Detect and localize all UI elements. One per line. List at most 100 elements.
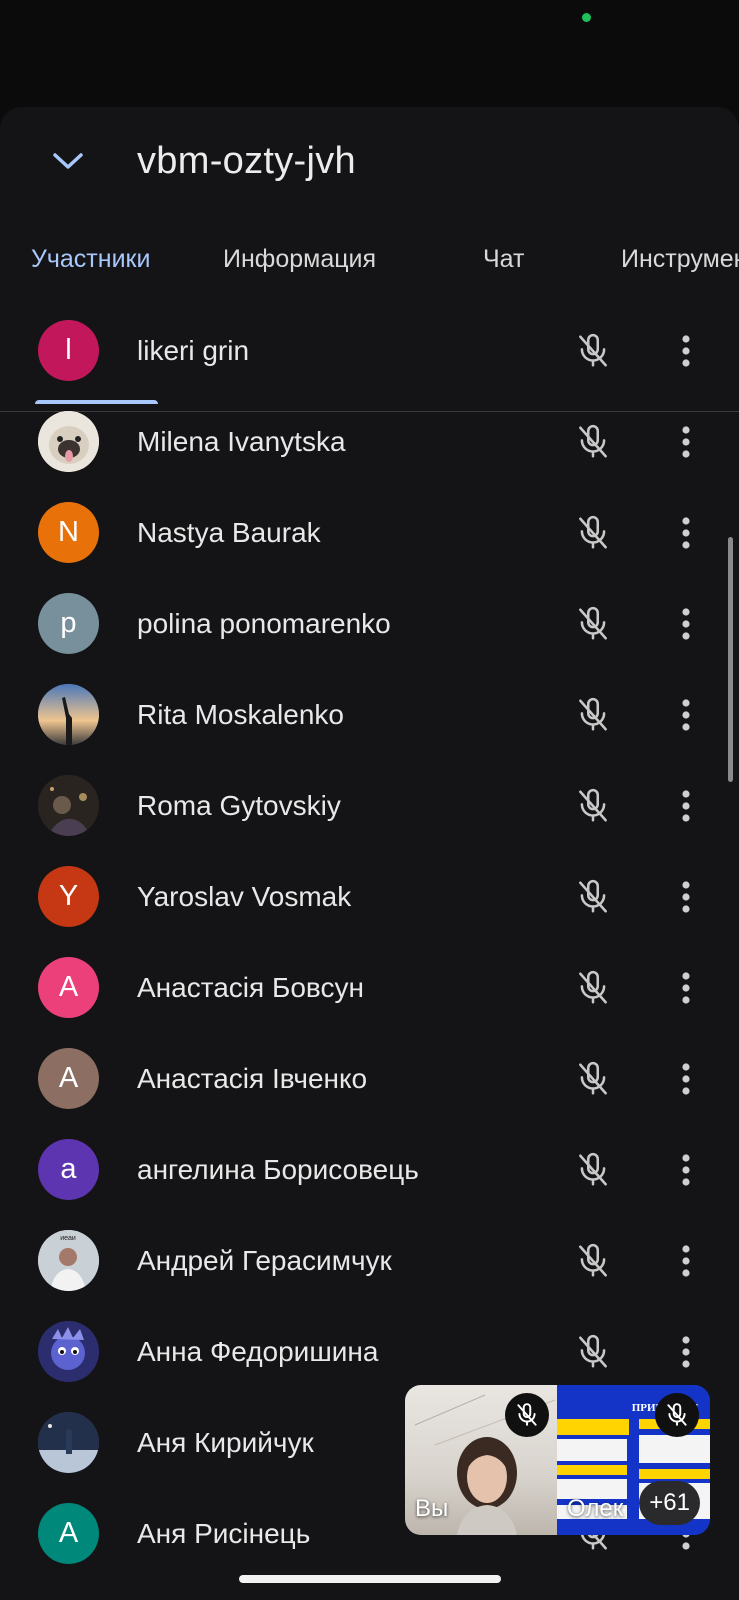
more-vert-icon xyxy=(682,608,690,640)
participant-row[interactable]: Y Yaroslav Vosmak xyxy=(0,851,739,942)
avatar: A xyxy=(38,957,99,1018)
avatar-letter: l xyxy=(65,334,72,366)
presenter-mic-off-indicator xyxy=(655,1393,699,1437)
more-vert-icon xyxy=(682,790,690,822)
avatar xyxy=(38,1321,99,1382)
participant-options-button[interactable] xyxy=(664,1328,708,1376)
collapse-button[interactable] xyxy=(44,137,92,185)
participant-name: Аня Рисінець xyxy=(137,1518,311,1549)
participant-options-button[interactable] xyxy=(664,1146,708,1194)
avatar xyxy=(38,1412,99,1473)
tab-tools[interactable]: Инструменты xyxy=(621,215,739,301)
mic-off-icon xyxy=(579,515,607,549)
mic-off-icon xyxy=(579,1152,607,1186)
mute-status-button[interactable] xyxy=(574,787,612,825)
participant-row[interactable]: A Анастасія Бовсун xyxy=(0,942,739,1033)
self-mic-off-button[interactable] xyxy=(505,1393,549,1437)
avatar-letter: p xyxy=(60,607,77,639)
avatar-letter: Y xyxy=(58,880,79,912)
avatar-letter: A xyxy=(58,1062,79,1094)
participant-options-button[interactable] xyxy=(664,691,708,739)
participant-options-button[interactable] xyxy=(664,1055,708,1103)
participant-row[interactable]: Rita Moskalenko xyxy=(0,669,739,760)
participant-options-button[interactable] xyxy=(664,1237,708,1285)
picture-in-picture[interactable]: Вы ПРИНЦИПИ Олек +61 xyxy=(405,1385,710,1535)
mic-off-icon xyxy=(579,879,607,913)
participant-row[interactable]: иеаи Андрей Герасимчук xyxy=(0,1215,739,1306)
mute-status-button[interactable] xyxy=(574,878,612,916)
participant-row[interactable]: a ангелина Борисовець xyxy=(0,1124,739,1215)
mic-off-icon xyxy=(579,1061,607,1095)
mute-status-button[interactable] xyxy=(574,696,612,734)
avatar xyxy=(38,775,99,836)
avatar: A xyxy=(38,1503,99,1564)
avatar: A xyxy=(38,1048,99,1109)
mic-off-icon xyxy=(579,970,607,1004)
participant-options-button[interactable] xyxy=(664,509,708,557)
participant-row[interactable]: p polina ponomarenko xyxy=(0,578,739,669)
more-vert-icon xyxy=(682,699,690,731)
participant-row[interactable]: Milena Ivanytska xyxy=(0,396,739,487)
camera-indicator-dot xyxy=(582,13,591,22)
participant-name: Анастасія Бовсун xyxy=(137,972,364,1003)
participant-name: polina ponomarenko xyxy=(137,608,391,639)
avatar xyxy=(38,411,99,472)
tab-info[interactable]: Информация xyxy=(223,215,376,301)
tab-participants[interactable]: Участники xyxy=(31,215,150,301)
mic-off-icon xyxy=(579,1243,607,1277)
participant-name: Анастасія Івченко xyxy=(137,1063,368,1094)
more-participants-count[interactable]: +61 xyxy=(639,1481,700,1525)
mute-status-button[interactable] xyxy=(574,1151,612,1189)
avatar: p xyxy=(38,593,99,654)
mute-status-button[interactable] xyxy=(574,969,612,1007)
more-vert-icon xyxy=(682,517,690,549)
chevron-down-icon xyxy=(53,153,83,169)
more-vert-icon xyxy=(682,1154,690,1186)
mic-off-icon xyxy=(517,1403,537,1426)
avatar: Y xyxy=(38,866,99,927)
self-label: Вы xyxy=(415,1495,449,1522)
participant-name: Андрей Герасимчук xyxy=(137,1245,392,1276)
presenter-video-tile[interactable]: ПРИНЦИПИ Олек +61 xyxy=(557,1385,710,1535)
sheet-header: vbm-ozty-jvh xyxy=(0,107,739,215)
mute-status-button[interactable] xyxy=(574,1242,612,1280)
mute-status-button[interactable] xyxy=(574,332,612,370)
participants-sheet: vbm-ozty-jvh Участники Информация Чат Ин… xyxy=(0,107,739,1600)
avatar-letter: N xyxy=(58,516,79,548)
participant-row[interactable]: Roma Gytovskiy xyxy=(0,760,739,851)
participant-row[interactable]: l likeri grin xyxy=(0,305,739,396)
participant-name: Yaroslav Vosmak xyxy=(137,881,352,912)
participant-row[interactable]: A Анастасія Івченко xyxy=(0,1033,739,1124)
participant-options-button[interactable] xyxy=(664,327,708,375)
avatar xyxy=(38,684,99,745)
participant-options-button[interactable] xyxy=(664,782,708,830)
more-vert-icon xyxy=(682,1063,690,1095)
mute-status-button[interactable] xyxy=(574,514,612,552)
meeting-code: vbm-ozty-jvh xyxy=(137,140,356,182)
mute-status-button[interactable] xyxy=(574,605,612,643)
more-vert-icon xyxy=(682,426,690,458)
mute-status-button[interactable] xyxy=(574,1060,612,1098)
presenter-label: Олек xyxy=(567,1495,624,1522)
participant-row[interactable]: N Nastya Baurak xyxy=(0,487,739,578)
tab-chat[interactable]: Чат xyxy=(483,215,524,301)
participant-options-button[interactable] xyxy=(664,964,708,1012)
mute-status-button[interactable] xyxy=(574,1333,612,1371)
participant-name: Milena Ivanytska xyxy=(137,426,346,457)
participant-options-button[interactable] xyxy=(664,600,708,648)
scrollbar[interactable] xyxy=(728,537,733,782)
participant-options-button[interactable] xyxy=(664,418,708,466)
self-video-tile[interactable]: Вы xyxy=(405,1385,557,1535)
avatar: иеаи xyxy=(38,1230,99,1291)
mic-off-icon xyxy=(579,697,607,731)
avatar: a xyxy=(38,1139,99,1200)
mute-status-button[interactable] xyxy=(574,423,612,461)
participant-options-button[interactable] xyxy=(664,873,708,921)
participant-name: Nastya Baurak xyxy=(137,517,321,548)
avatar: N xyxy=(38,502,99,563)
participant-row[interactable]: Анна Федоришина xyxy=(0,1306,739,1397)
home-indicator[interactable] xyxy=(239,1575,501,1583)
more-vert-icon xyxy=(682,1336,690,1368)
participant-name: Rita Moskalenko xyxy=(137,699,344,730)
svg-text:иеаи: иеаи xyxy=(60,1235,76,1242)
